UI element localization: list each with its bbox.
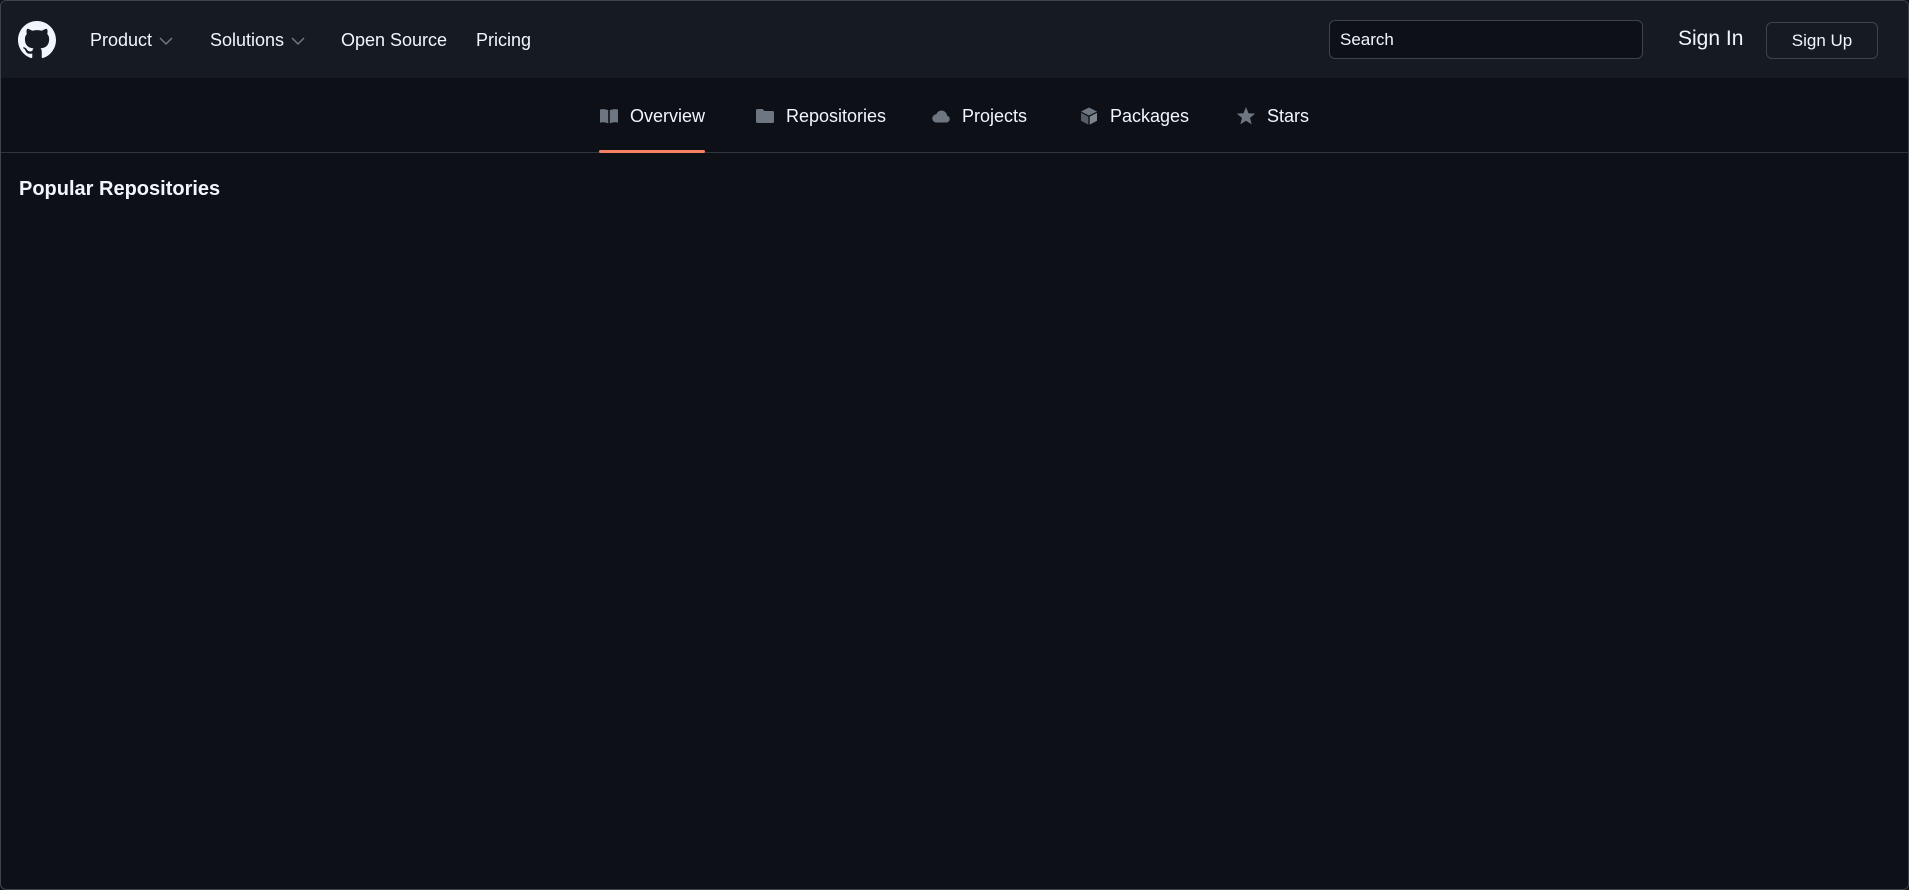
package-icon	[1081, 107, 1097, 125]
nav-open-source[interactable]: Open Source	[341, 28, 447, 52]
tab-repositories[interactable]: Repositories	[755, 104, 886, 128]
sign-in-link[interactable]: Sign In	[1678, 27, 1743, 51]
folder-icon	[756, 109, 774, 123]
page-frame: Product Solutions Open Source Pricing Si…	[0, 0, 1909, 890]
github-logo-icon[interactable]	[18, 21, 56, 59]
tab-overview[interactable]: Overview	[599, 104, 705, 128]
top-header: Product Solutions Open Source Pricing Si…	[1, 1, 1908, 78]
star-icon	[1236, 107, 1256, 125]
tab-packages[interactable]: Packages	[1079, 104, 1189, 128]
nav-solutions[interactable]: Solutions	[210, 28, 307, 52]
tab-packages-label: Packages	[1110, 105, 1190, 126]
tab-stars[interactable]: Stars	[1236, 104, 1309, 128]
tab-overview-label: Overview	[630, 105, 706, 126]
cloud-icon	[932, 110, 950, 123]
active-tab-indicator	[599, 150, 705, 153]
search-input[interactable]	[1329, 20, 1643, 59]
popular-repositories-heading: Popular Repositories	[19, 178, 221, 200]
nav-solutions-label: Solutions	[210, 29, 285, 50]
nav-pricing-label: Pricing	[476, 29, 532, 50]
book-icon	[600, 109, 618, 124]
tab-projects[interactable]: Projects	[931, 104, 1027, 128]
chevron-down-icon	[291, 37, 305, 46]
tab-repositories-label: Repositories	[786, 105, 887, 126]
nav-pricing[interactable]: Pricing	[476, 28, 531, 52]
tab-projects-label: Projects	[962, 105, 1028, 126]
nav-open-source-label: Open Source	[341, 29, 448, 50]
nav-product[interactable]: Product	[90, 28, 175, 52]
tab-stars-label: Stars	[1267, 105, 1310, 126]
chevron-down-icon	[159, 37, 173, 46]
profile-tabs: Overview Repositories Projects Packages	[1, 78, 1908, 153]
nav-product-label: Product	[90, 29, 153, 50]
sign-up-button[interactable]: Sign Up	[1766, 22, 1878, 59]
